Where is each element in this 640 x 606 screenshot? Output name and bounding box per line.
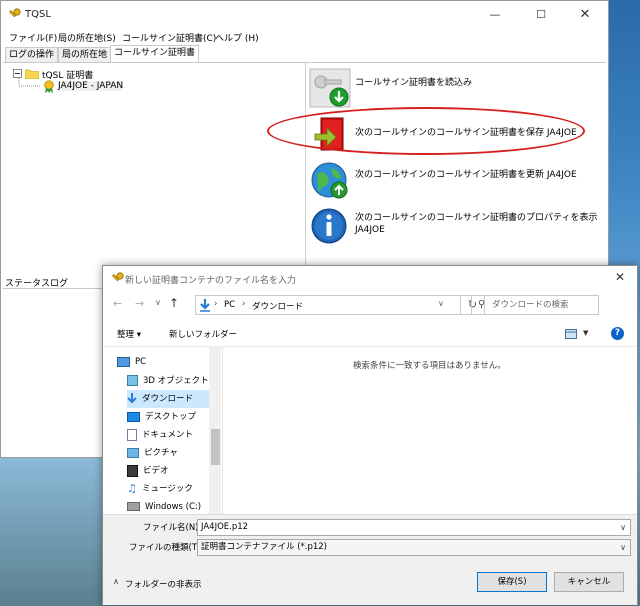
certificate-ribbon-icon bbox=[44, 80, 54, 93]
documents-icon bbox=[127, 428, 137, 441]
action-renew-certificate[interactable]: 次のコールサインのコールサイン証明書を更新 JA4JOE bbox=[307, 158, 597, 202]
recent-locations-icon[interactable]: ∨ bbox=[155, 298, 161, 307]
nav-scrollbar-thumb[interactable] bbox=[211, 429, 220, 465]
search-placeholder: ダウンロードの検索 bbox=[492, 300, 569, 310]
save-certificate-icon bbox=[314, 117, 344, 151]
close-button[interactable]: ✕ bbox=[562, 1, 608, 29]
dialog-footer: ファイル名(N): JA4JOE.p12 ∨ ファイルの種類(T): 証明書コン… bbox=[103, 514, 637, 605]
info-icon bbox=[311, 208, 347, 244]
address-bar[interactable]: › PC › ダウンロード ∨ bbox=[195, 295, 461, 315]
tab-callsign-certificate[interactable]: コールサイン証明書 bbox=[110, 45, 200, 63]
address-dropdown-icon[interactable]: ∨ bbox=[438, 299, 444, 308]
download-arrow-icon bbox=[127, 393, 137, 404]
globe-renew-icon bbox=[311, 162, 348, 199]
videos-icon bbox=[127, 464, 138, 477]
filename-input[interactable]: JA4JOE.p12 ∨ bbox=[197, 519, 631, 536]
back-arrow-icon[interactable]: ← bbox=[113, 297, 122, 310]
new-folder-button[interactable]: 新しいフォルダー bbox=[169, 328, 237, 340]
action-load-certificate[interactable]: コールサイン証明書を読込み bbox=[307, 66, 597, 110]
organize-button[interactable]: 整理 ▾ bbox=[117, 328, 141, 340]
menu-bar: ファイル(F) 局の所在地(S) コールサイン証明書(C) ヘルプ (H) bbox=[1, 29, 608, 45]
nav-item-pc[interactable]: PC bbox=[117, 353, 217, 371]
key-icon bbox=[112, 272, 124, 282]
window-title: TQSL bbox=[25, 9, 51, 20]
help-icon[interactable]: ? bbox=[611, 327, 624, 340]
forward-arrow-icon[interactable]: → bbox=[135, 297, 144, 310]
dialog-close-button[interactable]: ✕ bbox=[615, 270, 625, 284]
tab-strip: ログの操作 局の所在地 コールサイン証明書 bbox=[1, 45, 608, 63]
filetype-label: ファイルの種類(T): bbox=[129, 543, 204, 553]
up-arrow-icon[interactable]: ↑ bbox=[169, 296, 179, 310]
menu-station-location[interactable]: 局の所在地(S) bbox=[58, 31, 116, 44]
maximize-button[interactable]: ☐ bbox=[518, 1, 564, 29]
tree-connector bbox=[18, 78, 40, 87]
title-bar[interactable]: TQSL — ☐ ✕ bbox=[1, 1, 608, 29]
breadcrumb-pc[interactable]: PC bbox=[224, 300, 235, 310]
certificate-panel: tQSL 証明書 JA4JOE - JAPAN コールサイン証明書を読込み 次の… bbox=[3, 62, 606, 269]
dialog-title-bar[interactable]: 新しい証明書コンテナのファイル名を入力 ✕ bbox=[103, 266, 637, 292]
pictures-icon bbox=[127, 447, 139, 458]
filetype-value: 証明書コンテナファイル (*.p12) bbox=[201, 542, 327, 552]
tab-log-operations[interactable]: ログの操作 bbox=[5, 47, 59, 63]
navigation-bar: ← → ∨ ↑ › PC › ダウンロード ∨ ↻ ⚲ ダウンロードの検索 bbox=[103, 292, 637, 320]
tree-callsign-item[interactable]: JA4JOE - JAPAN bbox=[58, 81, 124, 91]
filename-dropdown-icon[interactable]: ∨ bbox=[620, 520, 626, 535]
action-certificate-properties[interactable]: 次のコールサインのコールサイン証明書のプロパティを表示 JA4JOE bbox=[307, 204, 597, 248]
empty-folder-message: 検索条件に一致する項目はありません。 bbox=[353, 361, 506, 371]
status-log-area[interactable] bbox=[3, 288, 103, 457]
music-note-icon: ♫ bbox=[127, 482, 137, 495]
key-icon bbox=[9, 8, 21, 18]
3d-objects-icon bbox=[127, 375, 138, 386]
menu-callsign-certificate[interactable]: コールサイン証明書(C) bbox=[122, 31, 216, 44]
pane-splitter[interactable] bbox=[305, 63, 306, 269]
minimize-button[interactable]: — bbox=[472, 1, 518, 29]
action-label: 次のコールサインのコールサイン証明書を保存 JA4JOE bbox=[355, 128, 577, 138]
desktop-icon bbox=[127, 411, 140, 422]
filetype-dropdown-icon[interactable]: ∨ bbox=[620, 540, 626, 555]
action-label: 次のコールサインのコールサイン証明書のプロパティを表示 bbox=[355, 213, 598, 223]
save-button[interactable]: 保存(S) bbox=[477, 572, 547, 592]
pane-divider bbox=[222, 346, 223, 514]
load-certificate-icon bbox=[309, 68, 351, 108]
action-label-callsign: JA4JOE bbox=[355, 225, 385, 235]
search-icon: ⚲ bbox=[478, 299, 486, 310]
breadcrumb-downloads[interactable]: ダウンロード bbox=[252, 300, 303, 312]
dialog-title: 新しい証明書コンテナのファイル名を入力 bbox=[125, 276, 297, 286]
breadcrumb-separator: › bbox=[214, 299, 218, 309]
pc-icon bbox=[117, 356, 130, 367]
command-bar: 整理 ▾ 新しいフォルダー ▼ ? bbox=[103, 322, 637, 347]
action-label: コールサイン証明書を読込み bbox=[355, 78, 473, 88]
navigation-pane: PC 3D オブジェクト ダウンロード デスクトップ ドキュメント ピクチャ ビ… bbox=[103, 346, 223, 514]
filename-value: JA4JOE.p12 bbox=[201, 522, 249, 532]
chevron-up-icon[interactable]: ∧ bbox=[113, 577, 119, 586]
nav-item-downloads[interactable]: ダウンロード bbox=[127, 390, 211, 408]
filename-label: ファイル名(N): bbox=[143, 523, 202, 533]
view-dropdown-icon[interactable]: ▼ bbox=[583, 329, 588, 337]
action-save-certificate[interactable]: 次のコールサインのコールサイン証明書を保存 JA4JOE bbox=[307, 112, 597, 156]
tab-station-location[interactable]: 局の所在地 bbox=[58, 47, 112, 63]
hide-folders-button[interactable]: フォルダーの非表示 bbox=[125, 578, 202, 590]
search-input[interactable]: ⚲ ダウンロードの検索 bbox=[471, 295, 599, 315]
filetype-select[interactable]: 証明書コンテナファイル (*.p12) ∨ bbox=[197, 539, 631, 556]
menu-file[interactable]: ファイル(F) bbox=[9, 31, 57, 44]
view-options-icon[interactable] bbox=[565, 329, 577, 339]
drive-icon bbox=[127, 502, 140, 511]
action-label: 次のコールサインのコールサイン証明書を更新 JA4JOE bbox=[355, 170, 577, 180]
download-arrow-icon bbox=[200, 299, 210, 312]
menu-help[interactable]: ヘルプ (H) bbox=[215, 31, 259, 44]
breadcrumb-separator: › bbox=[242, 299, 246, 309]
save-file-dialog: 新しい証明書コンテナのファイル名を入力 ✕ ← → ∨ ↑ › PC › ダウン… bbox=[102, 265, 638, 605]
cancel-button[interactable]: キャンセル bbox=[554, 572, 624, 592]
